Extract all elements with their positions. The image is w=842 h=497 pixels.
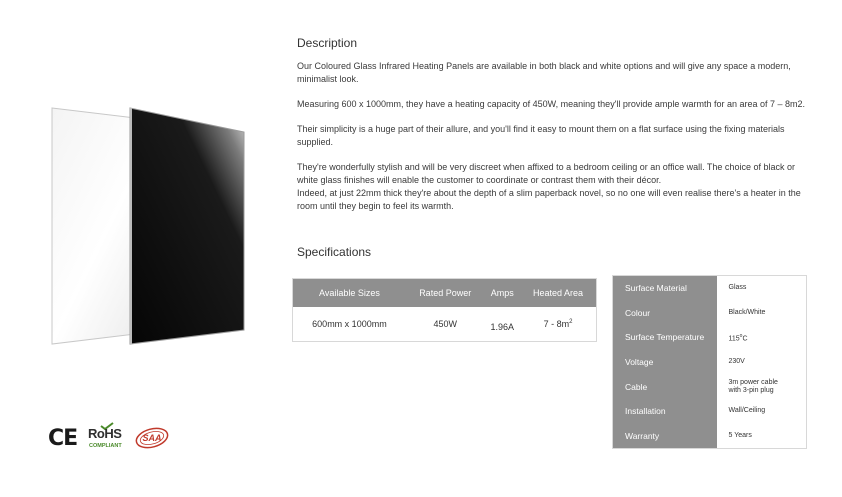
detail-value: 5 Years — [716, 423, 807, 449]
saa-logo: SAA — [134, 426, 170, 450]
table-header-row: Available Sizes Rated Power Amps Heated … — [292, 278, 597, 307]
header-rated-power: Rated Power — [405, 278, 485, 307]
description-title: Description — [297, 36, 358, 50]
description-paragraph: Measuring 600 x 1000mm, they have a heat… — [297, 99, 805, 109]
header-amps: Amps — [484, 278, 521, 307]
cell-size: 600mm x 1000mm — [312, 318, 387, 329]
detail-value: 230V — [716, 349, 807, 375]
description-paragraph: Their simplicity is a huge part of their… — [297, 124, 785, 147]
detail-row: Warranty 5 Years — [612, 423, 807, 449]
rohs-logo: RoHS COMPLIANT — [88, 422, 126, 454]
detail-row: Surface Material Glass — [612, 275, 807, 301]
detail-key: Surface Material — [612, 275, 717, 301]
description-paragraph: They're wonderfully stylish and will be … — [297, 162, 795, 185]
cell-area: 7 - 8m2 — [543, 318, 573, 329]
detail-key: Voltage — [612, 349, 717, 375]
detail-key: Colour — [612, 300, 717, 325]
header-available-sizes: Available Sizes — [292, 278, 406, 307]
description-section: Description Our Coloured Glass Infrared … — [297, 36, 807, 225]
detail-key: Surface Temperature — [612, 324, 717, 350]
detail-row: Colour Black/White — [612, 300, 807, 325]
detail-value: Wall/Ceiling — [716, 398, 807, 424]
cell-power: 450W — [433, 318, 457, 329]
ce-logo: CE — [48, 426, 78, 451]
detail-value: 115oC — [716, 324, 807, 350]
detail-key: Warranty — [612, 423, 717, 449]
detail-row: Cable 3m power cable with 3-pin plug — [612, 374, 807, 399]
description-paragraph: Our Coloured Glass Infrared Heating Pane… — [297, 61, 791, 84]
detail-key: Cable — [612, 374, 717, 399]
specifications-table: Available Sizes Rated Power Amps Heated … — [292, 278, 597, 342]
details-table: Surface Material Glass Colour Black/Whit… — [612, 275, 807, 449]
detail-value: Black/White — [716, 300, 807, 325]
detail-row: Installation Wall/Ceiling — [612, 398, 807, 424]
header-heated-area: Heated Area — [520, 278, 597, 307]
product-image — [48, 102, 248, 348]
cell-amps: 1.96A — [490, 321, 515, 332]
specifications-title: Specifications — [297, 245, 372, 259]
certification-logos: CE RoHS COMPLIANT SAA — [48, 422, 178, 454]
detail-row: Voltage 230V — [612, 349, 807, 375]
detail-key: Installation — [612, 398, 717, 424]
detail-row: Surface Temperature 115oC — [612, 324, 807, 350]
table-row: 600mm x 1000mm 450W 1.96A 7 - 8m2 — [293, 307, 597, 342]
detail-value: 3m power cable with 3-pin plug — [716, 374, 807, 399]
detail-value: Glass — [716, 275, 807, 301]
svg-text:SAA: SAA — [142, 433, 161, 443]
description-paragraph: Indeed, at just 22mm thick they're about… — [297, 188, 801, 211]
